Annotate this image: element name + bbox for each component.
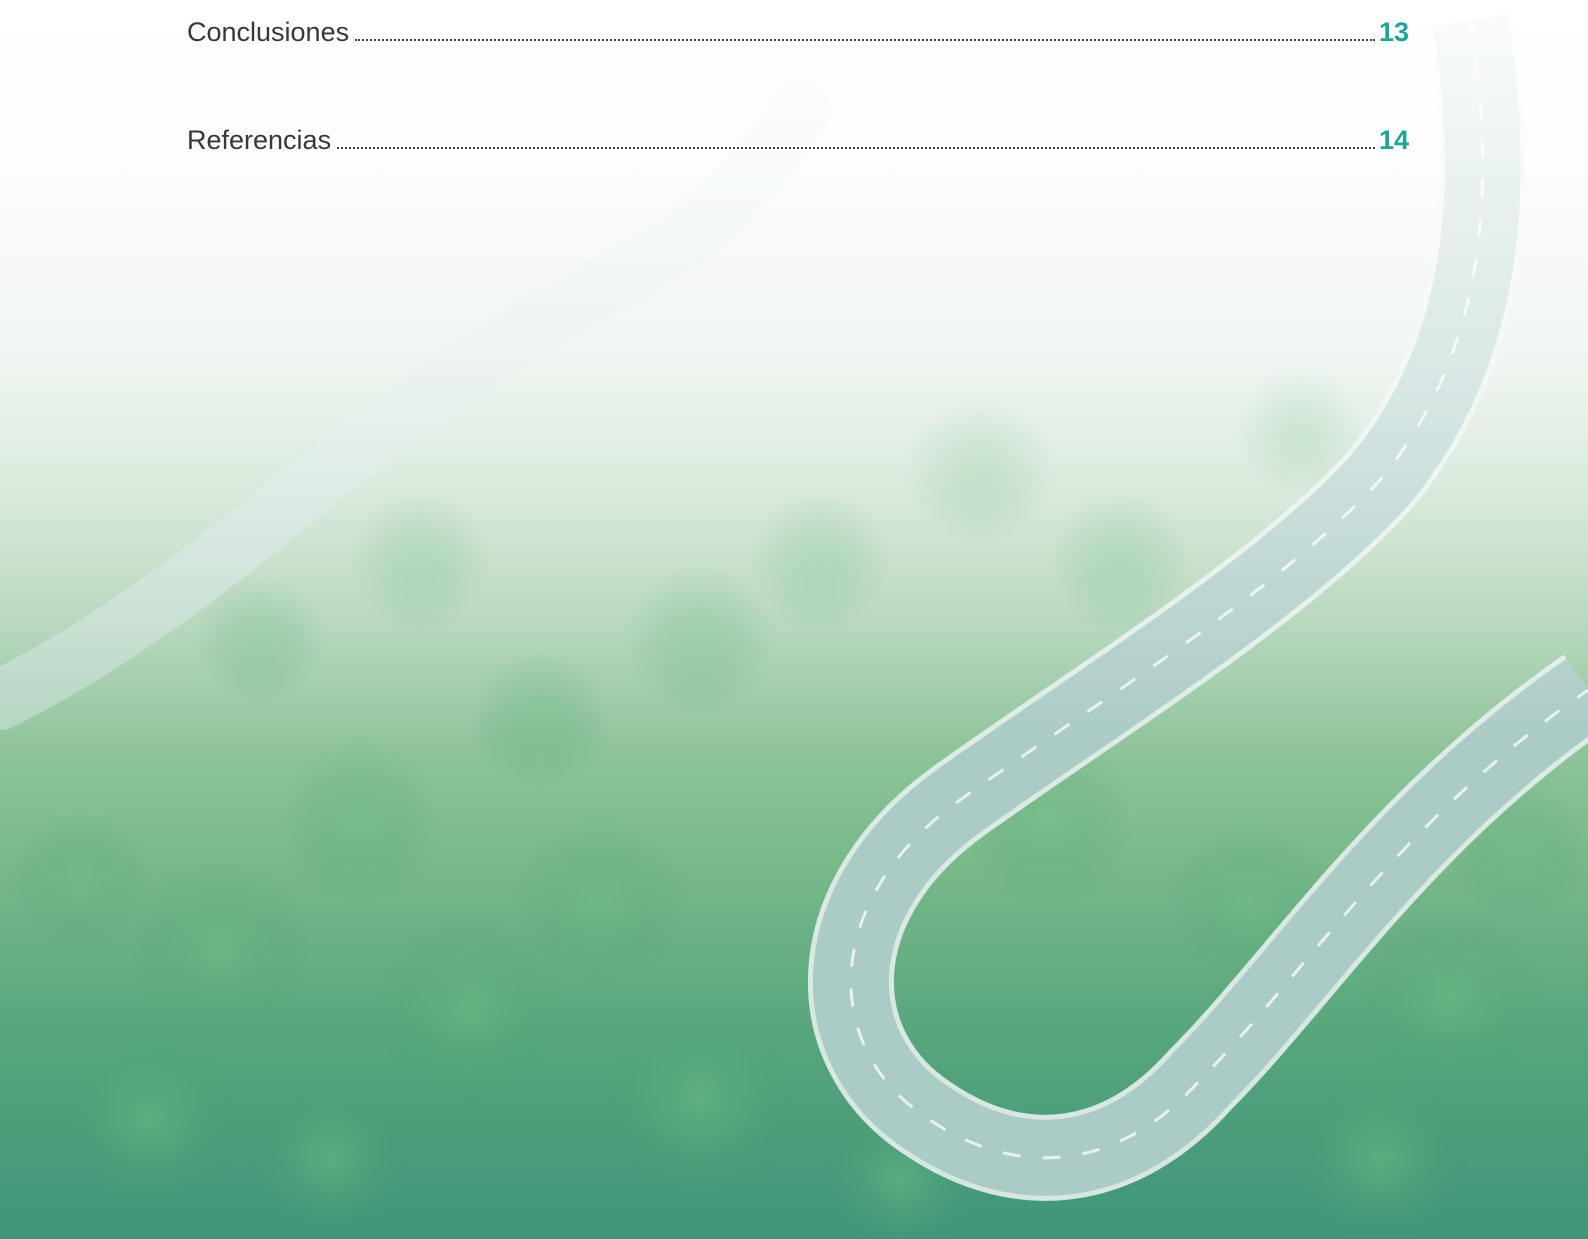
aerial-forest-road-image — [0, 0, 1588, 1239]
toc-page-number: 13 — [1378, 17, 1409, 47]
toc-dot-leader — [355, 39, 1375, 41]
toc-entry-title: Conclusiones — [187, 17, 350, 47]
toc-entry-referencias[interactable]: Referencias 14 — [187, 120, 1409, 156]
toc-dot-leader — [337, 147, 1375, 149]
toc-page-number: 14 — [1378, 125, 1409, 155]
toc-entry-conclusiones[interactable]: Conclusiones 13 — [187, 12, 1409, 48]
toc-entry-title: Referencias — [187, 125, 332, 155]
